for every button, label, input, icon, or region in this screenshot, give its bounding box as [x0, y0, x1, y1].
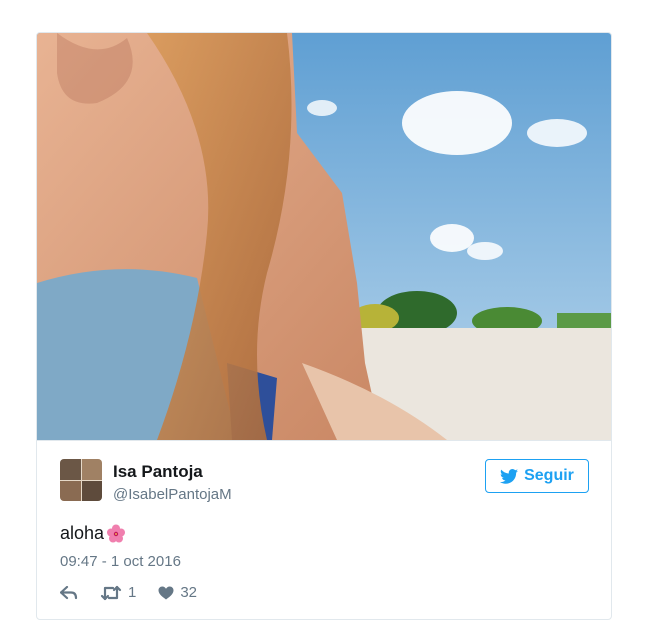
heart-icon: [158, 586, 174, 600]
follow-label: Seguir: [524, 467, 574, 484]
reply-icon: [60, 585, 78, 600]
tweet-photo[interactable]: [37, 33, 612, 440]
bird-icon: [500, 468, 519, 484]
tweet-actions: 1 32: [60, 584, 219, 601]
follow-button[interactable]: Seguir: [485, 459, 589, 493]
embedded-tweet-card: Isa Pantoja @IsabelPantojaM Seguir aloha: [36, 32, 612, 620]
reply-button[interactable]: [60, 585, 78, 600]
like-button[interactable]: 32: [158, 584, 197, 601]
tweet-timestamp[interactable]: 09:47 - 1 oct 2016: [60, 553, 181, 570]
retweet-icon: [100, 585, 122, 601]
hibiscus-icon: [106, 524, 126, 544]
user-handle[interactable]: @IsabelPantojaM: [113, 486, 232, 503]
retweet-count: 1: [128, 584, 137, 601]
tweet-body: Isa Pantoja @IsabelPantojaM Seguir aloha: [37, 440, 611, 619]
retweet-button[interactable]: 1: [100, 584, 136, 601]
like-count: 32: [180, 584, 198, 601]
tweet-text: aloha: [60, 523, 126, 544]
avatar[interactable]: [60, 459, 102, 501]
display-name[interactable]: Isa Pantoja: [113, 462, 203, 482]
tweet-text-content: aloha: [60, 523, 105, 543]
